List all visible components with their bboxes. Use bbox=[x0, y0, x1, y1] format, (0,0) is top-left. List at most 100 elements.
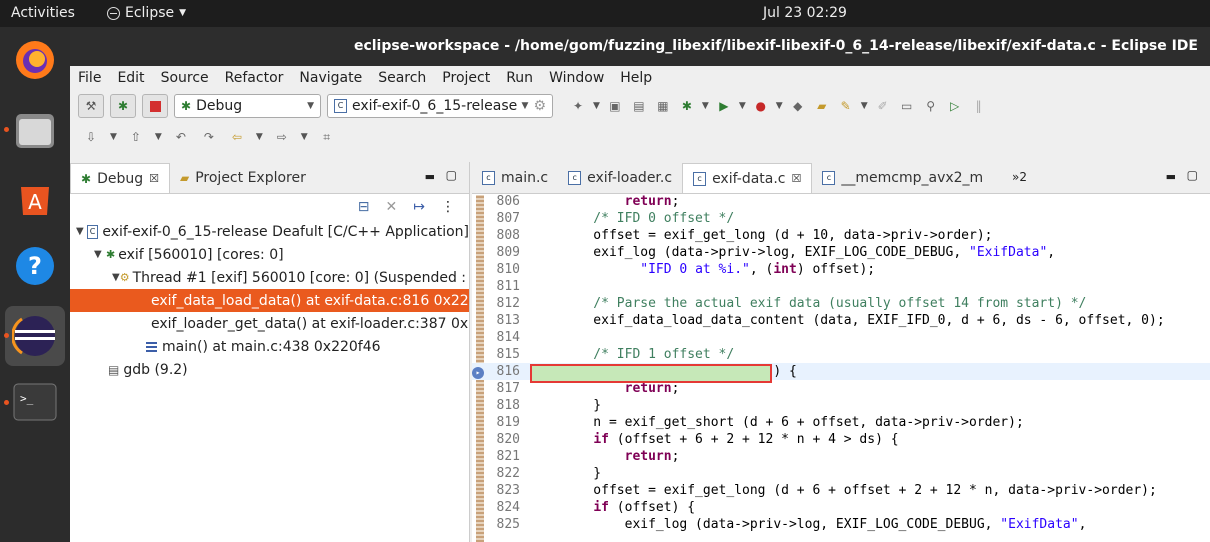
console-icon[interactable]: ▭ bbox=[898, 97, 916, 115]
pin-editor-icon[interactable]: ⌗ bbox=[318, 128, 336, 146]
launch-config-select[interactable]: C exif-exif-0_6_15-release Deaf ▼ ⚙ bbox=[327, 94, 553, 118]
chevron-down-icon[interactable]: ▼ bbox=[702, 101, 709, 111]
chevron-down-icon[interactable]: ▼ bbox=[110, 132, 117, 142]
activities-button[interactable]: Activities bbox=[11, 5, 75, 21]
eclipse-icon[interactable] bbox=[5, 306, 65, 366]
tree-item-thread[interactable]: ▼ ⚙ Thread #1 [exif] 560010 [core: 0] (S… bbox=[70, 266, 469, 289]
files-icon[interactable] bbox=[11, 106, 59, 154]
app-menu[interactable]: Eclipse ▼ bbox=[107, 5, 186, 21]
binary-icon[interactable]: ▦ bbox=[654, 97, 672, 115]
menu-edit[interactable]: Edit bbox=[117, 70, 144, 86]
collapse-all-icon[interactable]: ⊟ bbox=[358, 199, 370, 215]
menu-search[interactable]: Search bbox=[378, 70, 426, 86]
code-line[interactable]: 812 /* Parse the actual exif data (usual… bbox=[472, 295, 1210, 312]
terminal-icon[interactable]: >_ bbox=[11, 378, 59, 426]
code-line[interactable]: 814 bbox=[472, 329, 1210, 346]
tab-overflow[interactable]: »2 bbox=[1012, 170, 1027, 184]
close-icon[interactable]: ☒ bbox=[149, 172, 159, 185]
code-line[interactable]: 819 n = exif_get_short (d + 6 + offset, … bbox=[472, 414, 1210, 431]
tree-item-frame[interactable]: main() at main.c:438 0x220f46 bbox=[70, 335, 469, 358]
code-line[interactable]: 821 return; bbox=[472, 448, 1210, 465]
remove-terminated-icon[interactable]: ✕ bbox=[386, 199, 398, 215]
maximize-icon[interactable]: ▢ bbox=[446, 168, 457, 182]
code-line[interactable]: 825 exif_log (data->priv->log, EXIF_LOG_… bbox=[472, 516, 1210, 533]
code-line[interactable]: 813 exif_data_load_data_content (data, E… bbox=[472, 312, 1210, 329]
nav-forward-icon[interactable]: ⇨ bbox=[273, 128, 291, 146]
new-icon[interactable]: ✦ bbox=[569, 97, 587, 115]
code-editor[interactable]: 806 return; 807 /* IFD 0 offset */808 off… bbox=[472, 195, 1210, 542]
code-line[interactable]: 824 if (offset) { bbox=[472, 499, 1210, 516]
prev-annotation-icon[interactable]: ⇧ bbox=[127, 128, 145, 146]
tab-main-c[interactable]: c main.c bbox=[472, 163, 558, 193]
chevron-down-icon[interactable]: ▼ bbox=[94, 249, 106, 260]
tab-memcmp[interactable]: c __memcmp_avx2_m bbox=[812, 163, 1002, 193]
menu-help[interactable]: Help bbox=[620, 70, 652, 86]
debug-launch-button[interactable]: ✱ bbox=[110, 94, 136, 118]
build-button[interactable]: ⚒ bbox=[78, 94, 104, 118]
code-line[interactable]: 808 offset = exif_get_long (d + 10, data… bbox=[472, 227, 1210, 244]
external-tools-icon[interactable]: ● bbox=[752, 97, 770, 115]
open-folder-icon[interactable]: ▰ bbox=[813, 97, 831, 115]
firefox-icon[interactable] bbox=[11, 36, 59, 84]
menu-window[interactable]: Window bbox=[549, 70, 604, 86]
pen-icon[interactable]: ✐ bbox=[874, 97, 892, 115]
resume-icon[interactable]: ▷ bbox=[946, 97, 964, 115]
stop-button[interactable] bbox=[142, 94, 168, 118]
chevron-down-icon[interactable]: ▼ bbox=[776, 101, 783, 111]
menu-navigate[interactable]: Navigate bbox=[299, 70, 362, 86]
gear-icon[interactable]: ⚙ bbox=[533, 98, 546, 114]
code-line[interactable]: 809 exif_log (data->priv->log, EXIF_LOG_… bbox=[472, 244, 1210, 261]
forward-icon[interactable]: ↷ bbox=[200, 128, 218, 146]
suspend-icon[interactable]: ‖ bbox=[970, 97, 988, 115]
code-line[interactable]: 807 /* IFD 0 offset */ bbox=[472, 210, 1210, 227]
menu-file[interactable]: File bbox=[78, 70, 101, 86]
help-icon[interactable]: ? bbox=[11, 242, 59, 290]
chevron-down-icon[interactable]: ▼ bbox=[155, 132, 162, 142]
back-icon[interactable]: ↶ bbox=[172, 128, 190, 146]
next-annotation-icon[interactable]: ⇩ bbox=[82, 128, 100, 146]
chevron-down-icon[interactable]: ▼ bbox=[301, 132, 308, 142]
last-edit-icon[interactable]: ⇦ bbox=[228, 128, 246, 146]
tab-debug[interactable]: ✱ Debug ☒ bbox=[70, 163, 170, 193]
code-line[interactable]: 822 } bbox=[472, 465, 1210, 482]
run-icon[interactable]: ▶ bbox=[715, 97, 733, 115]
chevron-down-icon[interactable]: ▼ bbox=[76, 226, 87, 237]
tree-item-frame-selected[interactable]: exif_data_load_data() at exif-data.c:816… bbox=[70, 289, 469, 312]
minimize-icon[interactable]: ▬ bbox=[425, 170, 435, 183]
chevron-down-icon[interactable]: ▼ bbox=[256, 132, 263, 142]
save-all-icon[interactable]: ▤ bbox=[630, 97, 648, 115]
menu-project[interactable]: Project bbox=[442, 70, 490, 86]
launch-mode-select[interactable]: ✱ Debug ▼ bbox=[174, 94, 321, 118]
tree-item-gdb[interactable]: ▤ gdb (9.2) bbox=[70, 358, 469, 381]
search-icon[interactable]: ⚲ bbox=[922, 97, 940, 115]
tab-exif-loader-c[interactable]: c exif-loader.c bbox=[558, 163, 682, 193]
tab-project-explorer[interactable]: ▰ Project Explorer bbox=[170, 163, 316, 193]
chevron-down-icon[interactable]: ▼ bbox=[861, 101, 868, 111]
code-line[interactable]: 823 offset = exif_get_long (d + 6 + offs… bbox=[472, 482, 1210, 499]
code-line[interactable]: 820 if (offset + 6 + 2 + 12 * n + 4 > ds… bbox=[472, 431, 1210, 448]
maximize-icon[interactable]: ▢ bbox=[1187, 168, 1198, 182]
code-line[interactable]: 811 bbox=[472, 278, 1210, 295]
code-line[interactable]: 818 } bbox=[472, 397, 1210, 414]
code-line[interactable]: 815 /* IFD 1 offset */ bbox=[472, 346, 1210, 363]
software-store-icon[interactable]: A bbox=[11, 174, 59, 222]
tab-exif-data-c[interactable]: c exif-data.c ☒ bbox=[682, 163, 813, 193]
menu-run[interactable]: Run bbox=[506, 70, 533, 86]
tree-item-process[interactable]: ▼ ✱ exif [560010] [cores: 0] bbox=[70, 243, 469, 266]
bug-icon[interactable]: ✱ bbox=[678, 97, 696, 115]
minimize-icon[interactable]: ▬ bbox=[1166, 170, 1176, 183]
step-filter-icon[interactable]: ↦ bbox=[413, 199, 425, 215]
save-icon[interactable]: ▣ bbox=[606, 97, 624, 115]
code-line[interactable]: 810 "IFD 0 at %i.", (int) offset); bbox=[472, 261, 1210, 278]
chevron-down-icon[interactable]: ▼ bbox=[112, 272, 120, 283]
menu-source[interactable]: Source bbox=[161, 70, 209, 86]
chevron-down-icon[interactable]: ▼ bbox=[593, 101, 600, 111]
menu-refactor[interactable]: Refactor bbox=[225, 70, 284, 86]
clock[interactable]: Jul 23 02:29 bbox=[763, 5, 847, 21]
close-icon[interactable]: ☒ bbox=[792, 172, 802, 185]
chevron-down-icon[interactable]: ▼ bbox=[739, 101, 746, 111]
tree-item-frame[interactable]: exif_loader_get_data() at exif-loader.c:… bbox=[70, 312, 469, 335]
open-type-icon[interactable]: ◆ bbox=[789, 97, 807, 115]
tree-item-launch[interactable]: ▼ C exif-exif-0_6_15-release Deafult [C/… bbox=[70, 220, 469, 243]
view-menu-icon[interactable]: ⋮ bbox=[441, 199, 455, 215]
